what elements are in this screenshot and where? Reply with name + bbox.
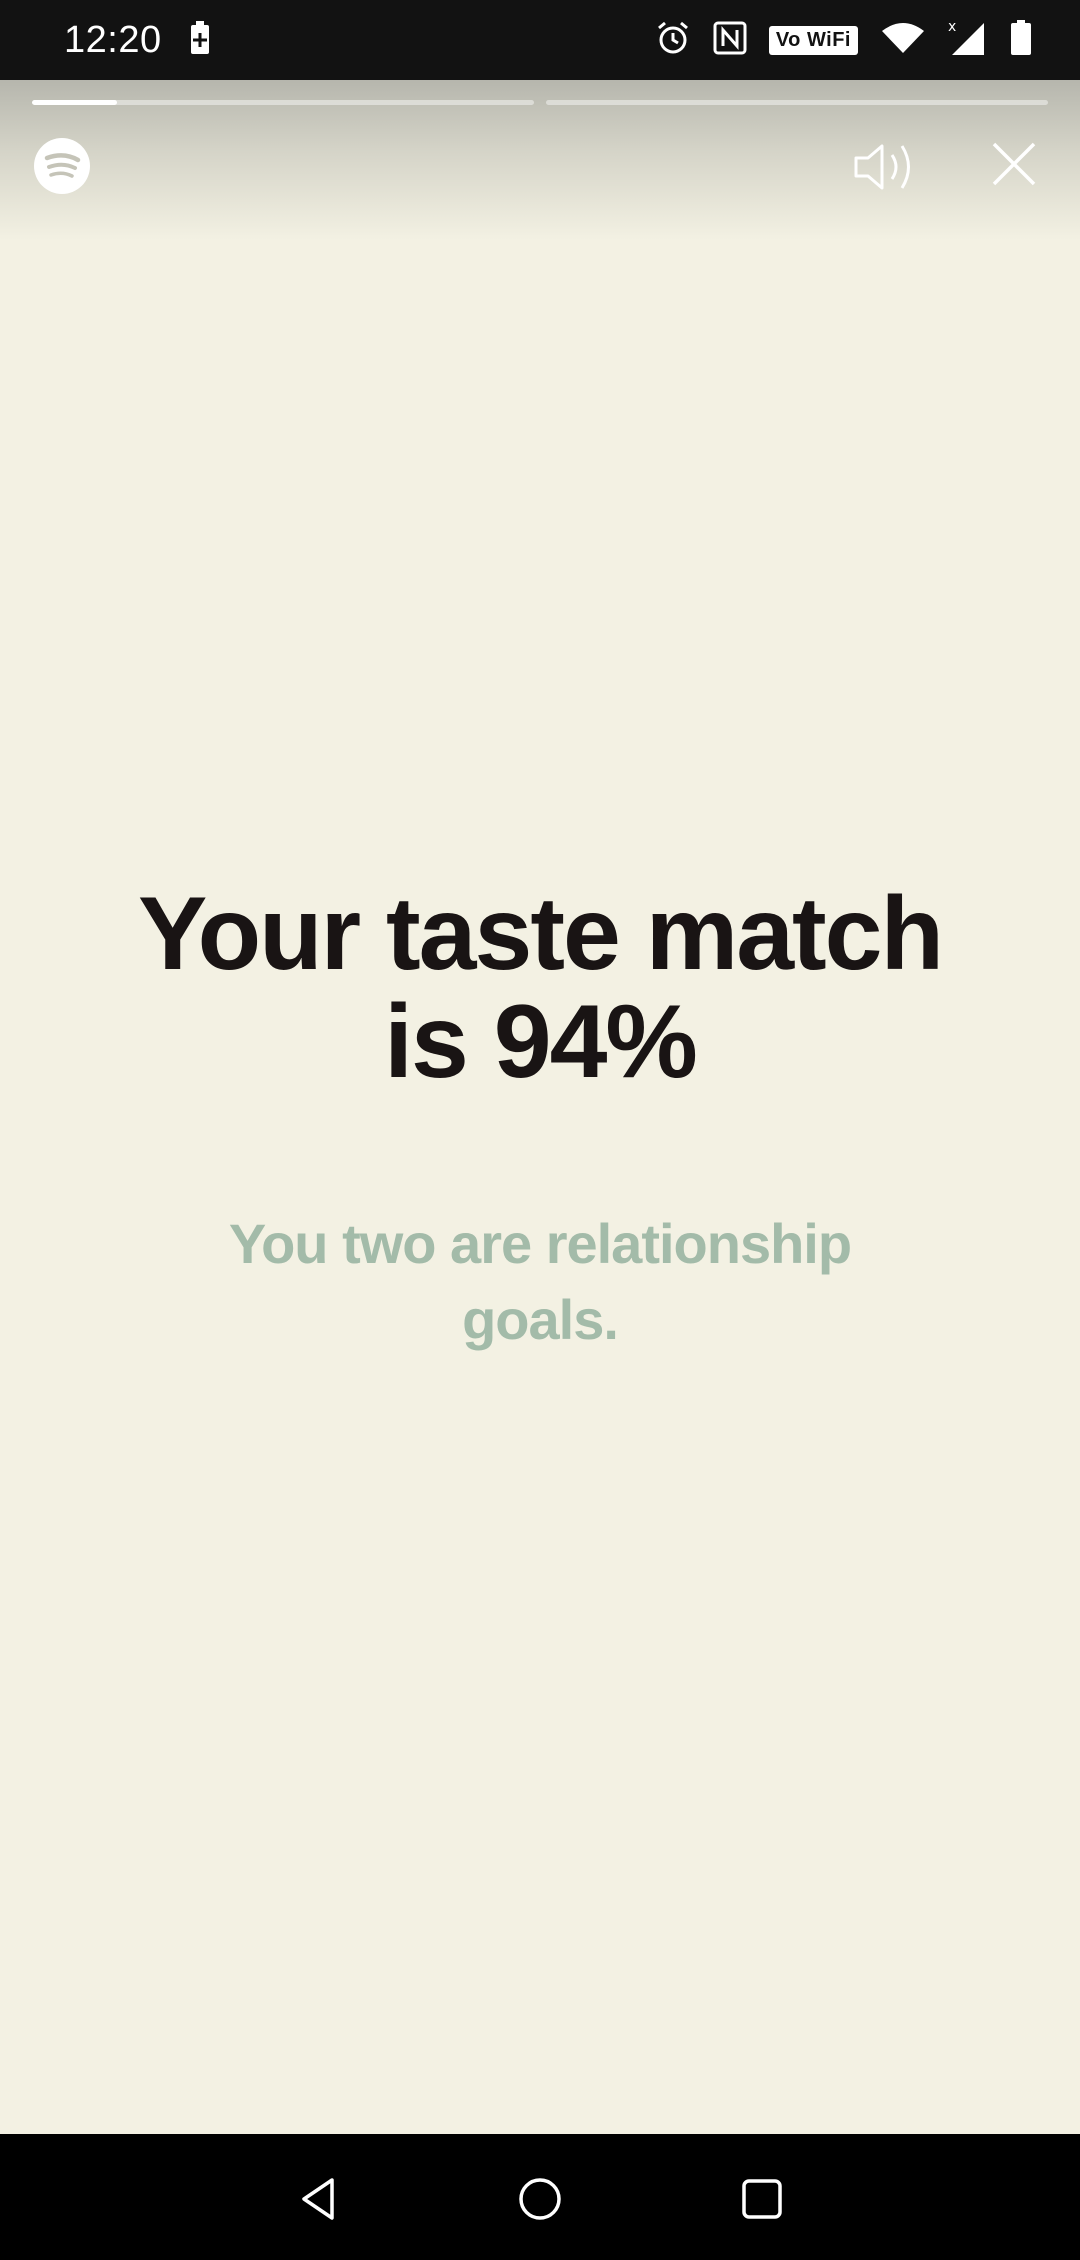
vowifi-badge: Vo WiFi xyxy=(768,25,858,55)
headline-line-1: Your taste match xyxy=(137,876,944,992)
battery-icon xyxy=(1010,19,1032,61)
story-progress xyxy=(32,100,1048,106)
subline-line-1: You two are relationship xyxy=(228,1212,852,1275)
taste-match-headline: Your taste match is 94% xyxy=(0,880,1080,1096)
signal-icon: x xyxy=(948,19,988,62)
status-left: 12:20 xyxy=(64,19,210,62)
story-header xyxy=(0,80,1080,240)
headline-line-2: is 94% xyxy=(384,984,698,1100)
nfc-icon xyxy=(713,21,747,60)
status-right: Vo WiFi x xyxy=(655,19,1032,62)
wifi-icon xyxy=(880,21,926,60)
subline-line-2: goals. xyxy=(462,1288,619,1351)
status-bar: 12:20 Vo WiFi x xyxy=(0,0,1080,80)
home-icon[interactable] xyxy=(515,2174,565,2224)
clock: 12:20 xyxy=(64,18,162,61)
progress-segment xyxy=(32,100,534,105)
speaker-icon[interactable] xyxy=(852,138,922,196)
progress-fill xyxy=(32,100,118,105)
battery-saver-icon xyxy=(190,20,210,60)
screen: 12:20 Vo WiFi x Your taste match is 94% … xyxy=(0,0,1080,2260)
navigation-bar xyxy=(0,2134,1080,2260)
back-icon[interactable] xyxy=(294,2174,344,2224)
close-icon[interactable] xyxy=(990,140,1038,188)
progress-segment xyxy=(546,100,1048,105)
recents-icon[interactable] xyxy=(737,2174,787,2224)
svg-text:x: x xyxy=(948,19,956,35)
relationship-subline: You two are relationship goals. xyxy=(180,1206,900,1358)
spotify-icon[interactable] xyxy=(34,138,90,194)
alarm-icon xyxy=(655,20,691,61)
